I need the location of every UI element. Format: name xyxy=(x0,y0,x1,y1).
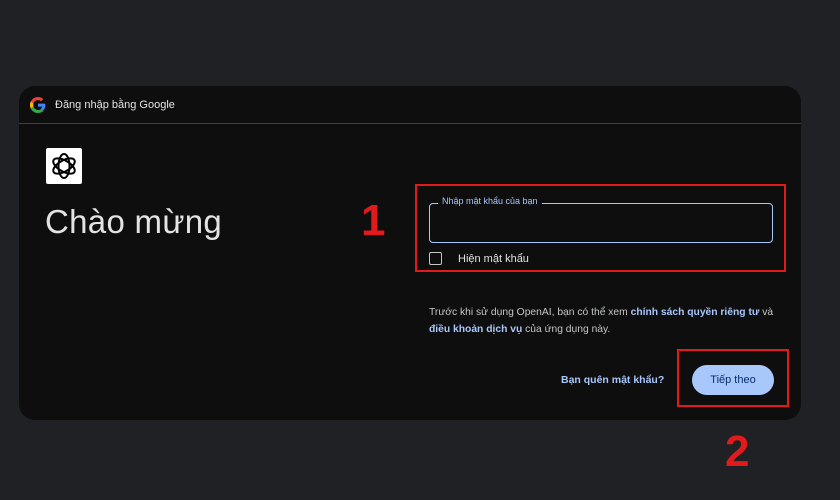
forgot-password-link[interactable]: Bạn quên mật khẩu? xyxy=(561,374,664,386)
openai-logo-shape xyxy=(52,153,76,179)
openai-logo-icon xyxy=(46,148,82,184)
dialog-header: Đăng nhập bằng Google xyxy=(19,86,801,124)
step-number-1: 1 xyxy=(361,196,386,245)
dialog-header-title: Đăng nhập bằng Google xyxy=(55,98,175,111)
privacy-policy-link[interactable]: chính sách quyền riêng tư xyxy=(631,307,760,318)
policy-prefix: Trước khi sử dụng OpenAI, bạn có thể xem xyxy=(429,307,631,318)
policy-text: Trước khi sử dụng OpenAI, bạn có thể xem… xyxy=(429,304,779,338)
highlight-box-step1 xyxy=(415,184,786,272)
google-g-icon xyxy=(30,96,46,113)
policy-suffix: của ứng dụng này. xyxy=(522,324,611,335)
step-number-2: 2 xyxy=(725,427,750,476)
policy-conjunction: và xyxy=(759,307,774,318)
welcome-heading: Chào mừng xyxy=(45,203,223,240)
terms-of-service-link[interactable]: điều khoản dịch vụ xyxy=(429,324,522,335)
highlight-box-step2 xyxy=(677,349,789,407)
